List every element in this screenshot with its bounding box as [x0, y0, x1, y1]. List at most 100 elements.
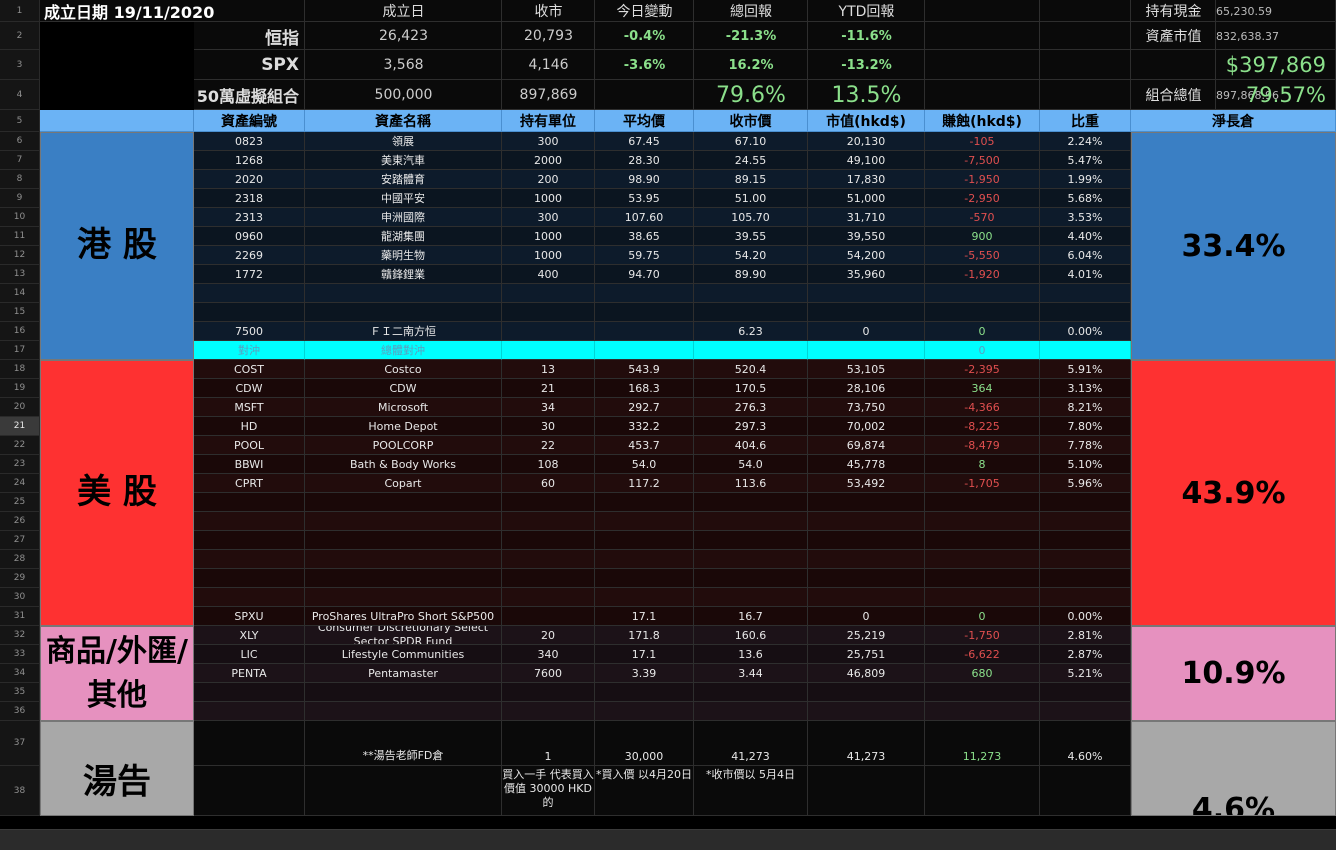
- cell-pl: -1,705: [925, 474, 1040, 493]
- row-number[interactable]: 23: [0, 455, 40, 474]
- row-number[interactable]: 34: [0, 664, 40, 683]
- summary-column-header: 成立日: [382, 4, 425, 20]
- row-number[interactable]: 21: [0, 417, 40, 436]
- row-number[interactable]: 37: [0, 721, 40, 766]
- cell-close: [694, 683, 808, 702]
- cell-close: 89.90: [694, 265, 808, 284]
- row-number[interactable]: 22: [0, 436, 40, 455]
- cell-wt: 2.24%: [1040, 132, 1131, 151]
- row-number[interactable]: 5: [0, 110, 40, 132]
- cell-close: 89.15: [694, 170, 808, 189]
- row-number[interactable]: 3: [0, 50, 40, 80]
- row-number[interactable]: 29: [0, 569, 40, 588]
- cell-wt: [1040, 493, 1131, 512]
- header-asset-code: 資產編號: [194, 110, 305, 132]
- cell-close: 41,273: [694, 721, 808, 766]
- row-number[interactable]: 1: [0, 0, 40, 22]
- row-number[interactable]: 26: [0, 512, 40, 531]
- total-change: 16.2%: [728, 57, 774, 73]
- row-number[interactable]: 35: [0, 683, 40, 702]
- cell-pl: [925, 569, 1040, 588]
- row-number[interactable]: 24: [0, 474, 40, 493]
- cell-code: 2269: [194, 246, 305, 265]
- cell-name: [305, 493, 502, 512]
- row-number[interactable]: 6: [0, 132, 40, 151]
- row-number[interactable]: 16: [0, 322, 40, 341]
- summary-column-header: YTD回報: [838, 4, 895, 20]
- row-number[interactable]: 25: [0, 493, 40, 512]
- cell-code: [194, 766, 305, 816]
- row-number[interactable]: 33: [0, 645, 40, 664]
- cell-pl: 11,273: [925, 721, 1040, 766]
- cell-name: Bath & Body Works: [305, 455, 502, 474]
- header-asset-name: 資產名稱: [305, 110, 502, 132]
- cell-pl: [925, 766, 1040, 816]
- row-number[interactable]: 14: [0, 284, 40, 303]
- today-change: -0.4%: [623, 28, 666, 44]
- row-number[interactable]: 10: [0, 208, 40, 227]
- cell-name: 美東汽車: [305, 151, 502, 170]
- cell-code: [194, 284, 305, 303]
- cell-pl: 364: [925, 379, 1040, 398]
- row-number[interactable]: 28: [0, 550, 40, 569]
- cell-code: SPXU: [194, 607, 305, 626]
- header-close-price: 收市價: [694, 110, 808, 132]
- cell-name: [305, 531, 502, 550]
- cell-wt: [1040, 766, 1131, 816]
- row-number[interactable]: 9: [0, 189, 40, 208]
- cell-code: MSFT: [194, 398, 305, 417]
- cell-pl: -7,500: [925, 151, 1040, 170]
- cell-mv: [808, 341, 925, 360]
- row-number[interactable]: 18: [0, 360, 40, 379]
- cell-wt: 3.53%: [1040, 208, 1131, 227]
- row-number[interactable]: 13: [0, 265, 40, 284]
- summary-cell: [1040, 80, 1131, 110]
- cell-wt: [1040, 531, 1131, 550]
- row-number[interactable]: 17: [0, 341, 40, 360]
- cell-units: 30: [502, 417, 595, 436]
- cell-pl: -8,225: [925, 417, 1040, 436]
- cell-avg: 94.70: [595, 265, 694, 284]
- summary-cell: [1040, 22, 1131, 50]
- cell-pl: 0: [925, 341, 1040, 360]
- row-number[interactable]: 20: [0, 398, 40, 417]
- row-number[interactable]: 12: [0, 246, 40, 265]
- cell-avg: 117.2: [595, 474, 694, 493]
- row-number[interactable]: 8: [0, 170, 40, 189]
- row-number[interactable]: 27: [0, 531, 40, 550]
- cell-wt: 8.21%: [1040, 398, 1131, 417]
- cell-units: 1000: [502, 246, 595, 265]
- cell-units: [502, 512, 595, 531]
- row-number[interactable]: 31: [0, 607, 40, 626]
- header-avg-price: 平均價: [595, 110, 694, 132]
- cell-name: [305, 550, 502, 569]
- row-number[interactable]: 32: [0, 626, 40, 645]
- row-number[interactable]: 30: [0, 588, 40, 607]
- market-value-label: 資產市值: [1145, 29, 1202, 45]
- cell-close: 404.6: [694, 436, 808, 455]
- cell-mv: 53,105: [808, 360, 925, 379]
- cell-mv: 20,130: [808, 132, 925, 151]
- row-number[interactable]: 7: [0, 151, 40, 170]
- row-number[interactable]: 19: [0, 379, 40, 398]
- cell-pl: 900: [925, 227, 1040, 246]
- cell-mv: [808, 284, 925, 303]
- row-number[interactable]: 15: [0, 303, 40, 322]
- row-number[interactable]: 36: [0, 702, 40, 721]
- cell-mv: [808, 588, 925, 607]
- cell-pl: -1,750: [925, 626, 1040, 645]
- row-number[interactable]: 4: [0, 80, 40, 110]
- cell-units: [502, 588, 595, 607]
- cell-code: 2020: [194, 170, 305, 189]
- cell-close: 24.55: [694, 151, 808, 170]
- cell-pl: -1,950: [925, 170, 1040, 189]
- row-number[interactable]: 2: [0, 22, 40, 50]
- cell-close: [694, 341, 808, 360]
- cell-units: 340: [502, 645, 595, 664]
- cell-close: 13.6: [694, 645, 808, 664]
- cell-units: 13: [502, 360, 595, 379]
- cell-name: 申洲國際: [305, 208, 502, 227]
- cell-mv: 41,273: [808, 721, 925, 766]
- row-number[interactable]: 38: [0, 766, 40, 816]
- row-number[interactable]: 11: [0, 227, 40, 246]
